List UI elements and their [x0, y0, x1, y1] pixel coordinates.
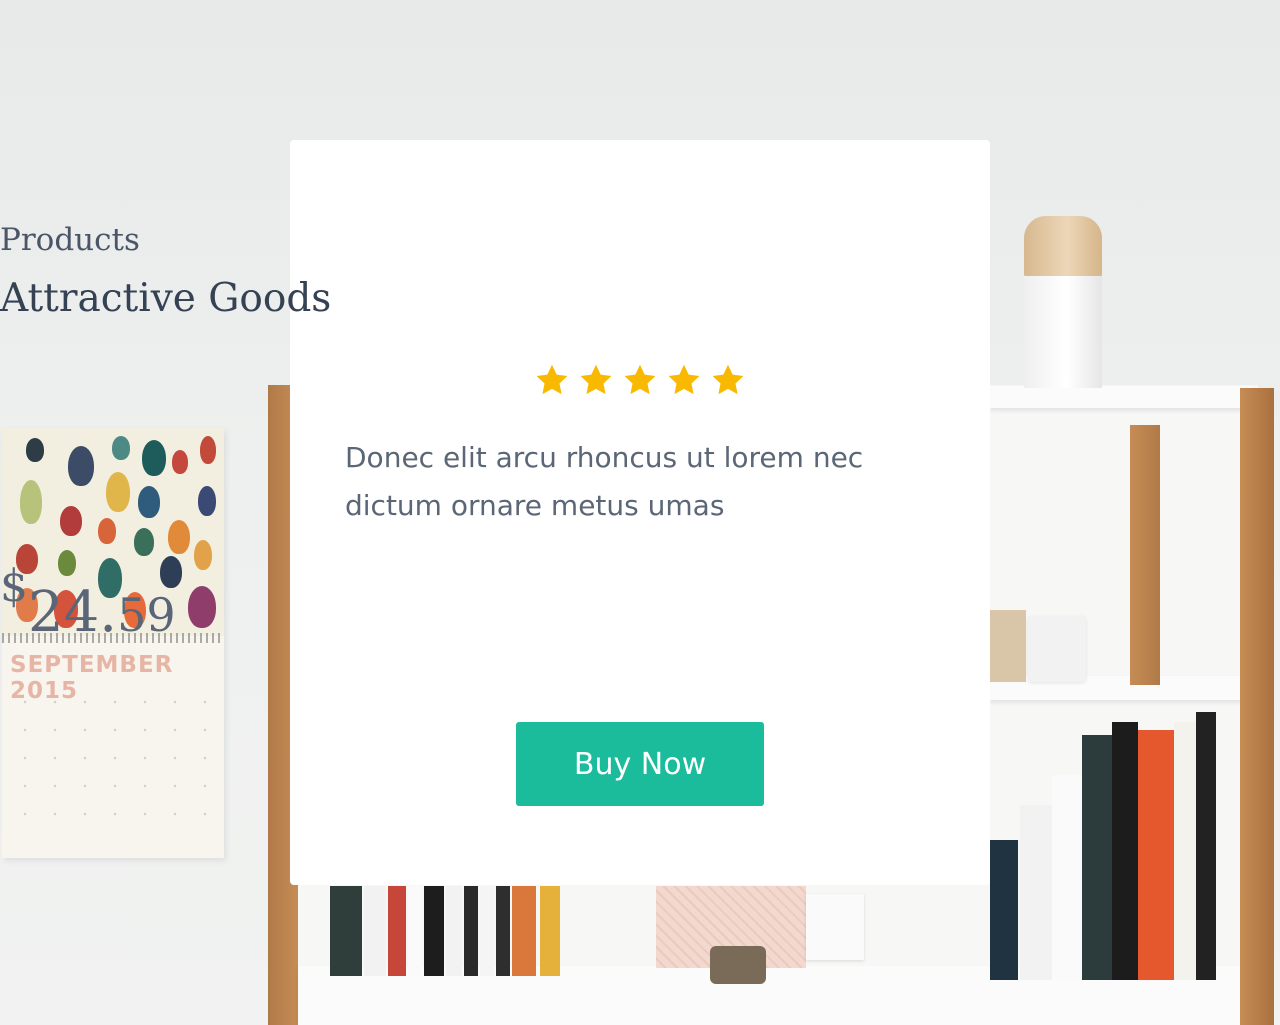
price-whole: 24.: [28, 580, 118, 645]
price-cents: 59: [117, 588, 176, 642]
star-rating: [0, 362, 1280, 398]
books-right: [990, 705, 1220, 980]
star-icon: [536, 364, 568, 395]
buy-now-button[interactable]: Buy Now: [516, 722, 764, 806]
calendar-grid: [10, 688, 215, 818]
product-price: $24.59: [0, 561, 1280, 645]
product-title: Attractive Goods: [0, 276, 332, 321]
product-description: Donec elit arcu rhoncus ut lorem nec dic…: [345, 441, 864, 522]
product-category: Products: [0, 222, 140, 258]
star-icon: [712, 364, 744, 395]
shelf-frame-inner: [1130, 425, 1160, 685]
star-icon: [668, 364, 700, 395]
books-left: [330, 886, 565, 976]
star-icon: [624, 364, 656, 395]
price-currency: $: [0, 561, 28, 612]
star-icon: [580, 364, 612, 395]
candle-holder: [710, 946, 766, 984]
small-white-box: [806, 894, 864, 960]
shelf-frame-right: [1240, 388, 1274, 1025]
